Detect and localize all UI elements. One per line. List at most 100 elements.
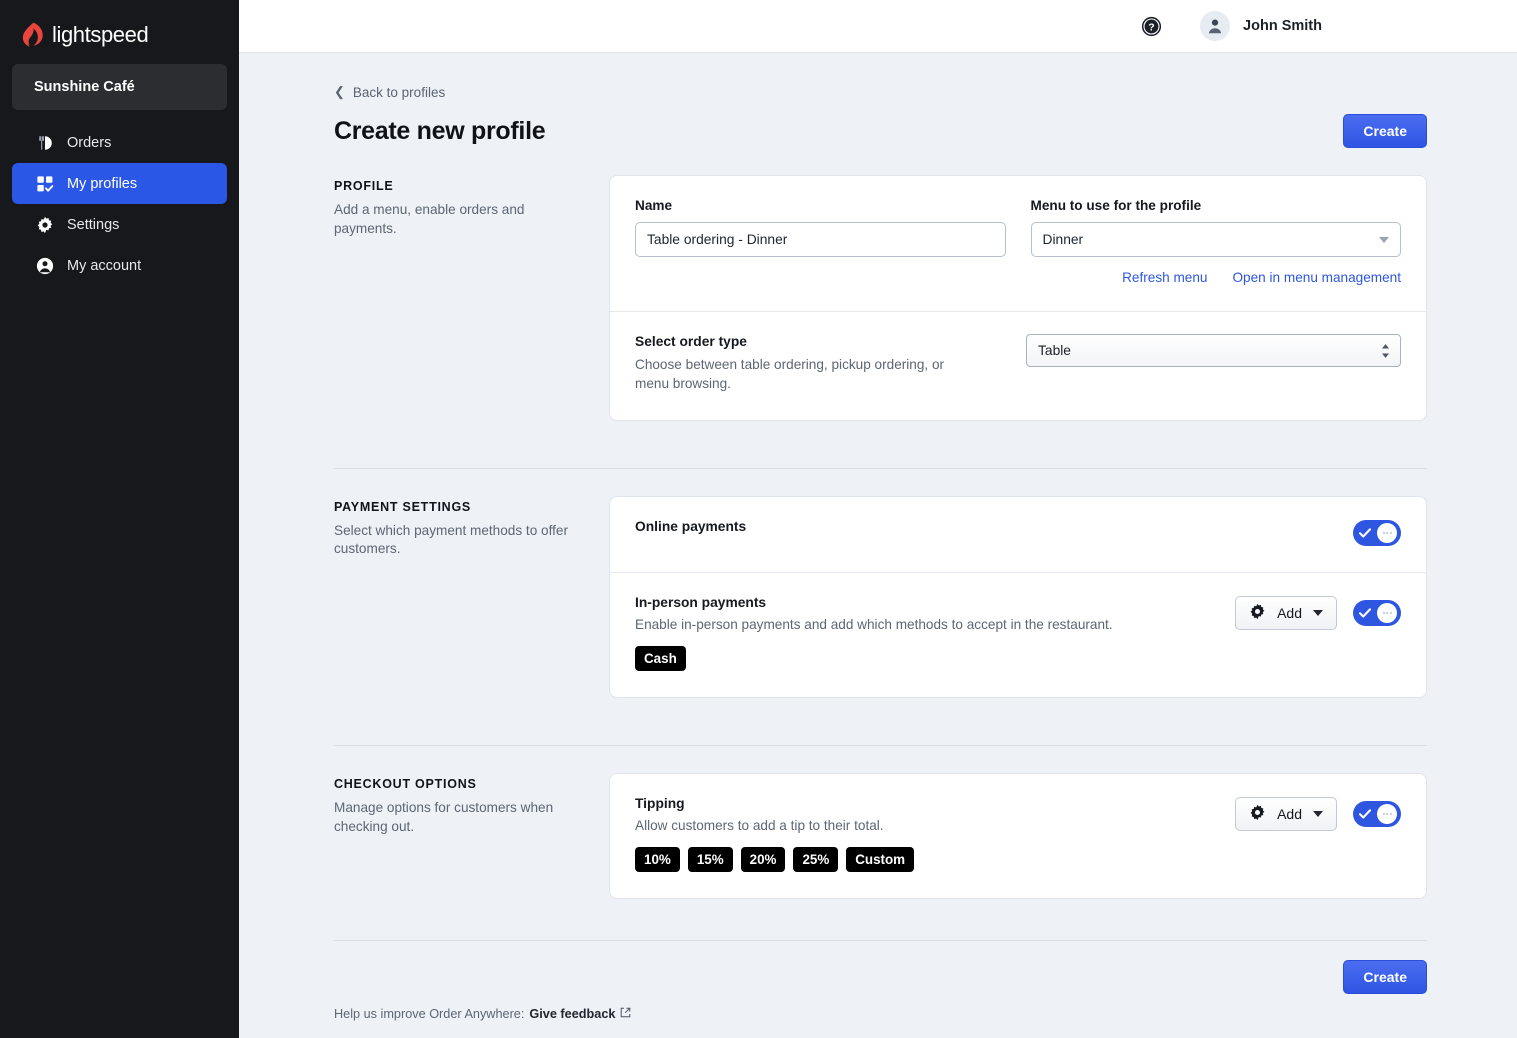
store-selector[interactable]: Sunshine Café: [12, 64, 227, 110]
page-content: ❮ Back to profiles Create new profile Cr…: [239, 53, 1517, 1038]
sidebar-item-settings[interactable]: Settings: [12, 204, 227, 245]
gear-icon: [36, 216, 54, 234]
section-description: Select which payment methods to offer cu…: [334, 522, 568, 557]
online-payments-toggle[interactable]: [1353, 519, 1401, 546]
payment-settings-section: PAYMENT SETTINGS Select which payment me…: [334, 495, 1427, 698]
sidebar-item-label: Orders: [67, 134, 112, 151]
footer-actions: Create: [334, 960, 1427, 995]
help-circle-icon[interactable]: ?: [1141, 16, 1162, 37]
chevron-down-icon: [1313, 609, 1323, 616]
page-header: Create new profile Create: [334, 114, 1427, 148]
svg-text:?: ?: [1148, 21, 1154, 33]
user-name: John Smith: [1243, 18, 1322, 34]
external-link-icon: [620, 1007, 631, 1021]
back-link-label: Back to profiles: [352, 85, 446, 100]
toggle-knob: [1377, 602, 1397, 623]
payment-card: Online payments In-person payments Enabl…: [609, 495, 1427, 698]
check-icon: [1359, 527, 1371, 538]
sidebar-item-orders[interactable]: Orders: [12, 122, 227, 163]
order-type-description: Choose between table ordering, pickup or…: [635, 357, 945, 391]
in-person-payments-description: Enable in-person payments and add which …: [635, 616, 1113, 632]
tip-option-chip[interactable]: 10%: [635, 846, 680, 873]
gear-icon: [1249, 603, 1266, 623]
sidebar-item-my-profiles[interactable]: My profiles: [12, 163, 227, 204]
add-button-label: Add: [1277, 805, 1302, 822]
sidebar-item-label: Settings: [67, 216, 120, 233]
section-kicker: PAYMENT SETTINGS: [334, 499, 472, 514]
brand-logo[interactable]: lightspeed: [0, 0, 239, 54]
profile-section: PROFILE Add a menu, enable orders and pa…: [334, 175, 1427, 421]
footer-divider: [334, 940, 1427, 942]
tip-option-chip[interactable]: 15%: [687, 846, 733, 873]
user-menu[interactable]: John Smith: [1200, 11, 1322, 41]
sidebar-item-label: My account: [67, 257, 142, 274]
name-input[interactable]: [635, 222, 1006, 257]
order-type-title: Select order type: [635, 334, 747, 349]
section-divider: [334, 467, 1427, 469]
checkout-options-section: CHECKOUT OPTIONS Manage options for cust…: [334, 772, 1427, 900]
topbar: ? John Smith: [239, 0, 1517, 53]
profile-section-aside: PROFILE Add a menu, enable orders and pa…: [334, 175, 587, 239]
profile-fields-row: Name Menu to use for the profile Dinner: [610, 176, 1426, 311]
tipping-description: Allow customers to add a tip to their to…: [635, 817, 884, 833]
section-kicker: CHECKOUT OPTIONS: [334, 776, 477, 791]
menu-select[interactable]: Dinner: [1030, 222, 1401, 257]
user-circle-icon: [36, 257, 54, 275]
refresh-menu-link[interactable]: Refresh menu: [1122, 270, 1207, 285]
open-menu-management-link[interactable]: Open in menu management: [1232, 270, 1401, 285]
check-icon: [1359, 607, 1371, 618]
avatar: [1200, 11, 1231, 41]
section-kicker: PROFILE: [334, 179, 394, 193]
checkout-card: Tipping Allow customers to add a tip to …: [609, 772, 1427, 900]
check-icon: [1359, 809, 1371, 819]
in-person-payments-title: In-person payments: [635, 594, 767, 610]
payment-section-aside: PAYMENT SETTINGS Select which payment me…: [334, 496, 587, 560]
app-root: lightspeed Sunshine Café Orders My profi…: [0, 0, 1517, 1038]
chevron-left-icon: ❮: [334, 84, 345, 99]
tip-option-chip[interactable]: Custom: [846, 846, 915, 873]
in-person-methods-list: Cash: [635, 645, 1215, 671]
create-button-bottom[interactable]: Create: [1343, 960, 1427, 995]
section-description: Manage options for customers when checki…: [334, 799, 554, 834]
order-type-select[interactable]: Table: [1026, 334, 1401, 367]
tip-option-chip[interactable]: 25%: [793, 846, 839, 873]
profiles-icon: [36, 175, 54, 193]
sidebar: lightspeed Sunshine Café Orders My profi…: [0, 0, 239, 1038]
page-title: Create new profile: [334, 116, 546, 145]
tipping-toggle[interactable]: [1353, 800, 1401, 827]
checkout-section-aside: CHECKOUT OPTIONS Manage options for cust…: [334, 773, 587, 837]
in-person-payments-toggle[interactable]: [1353, 599, 1401, 626]
toggle-knob: [1377, 522, 1397, 543]
order-type-value: Table: [1038, 343, 1071, 358]
section-description: Add a menu, enable orders and payments.: [334, 202, 525, 236]
in-person-payments-row: In-person payments Enable in-person paym…: [610, 571, 1426, 697]
main-area: ? John Smith ❮ Back to profiles Create n…: [239, 0, 1517, 1038]
online-payments-title: Online payments: [635, 518, 747, 534]
select-spinner-icon: [1381, 343, 1390, 358]
section-divider: [334, 744, 1427, 746]
footer-note-text: Help us improve Order Anywhere:: [334, 1007, 525, 1022]
footer-note: Help us improve Order Anywhere: Give fee…: [334, 1007, 1427, 1021]
chevron-down-icon: [1313, 810, 1323, 817]
sidebar-item-my-account[interactable]: My account: [12, 245, 227, 286]
create-button-top[interactable]: Create: [1343, 114, 1427, 148]
back-to-profiles-link[interactable]: ❮ Back to profiles: [334, 85, 445, 100]
online-payments-row: Online payments: [610, 497, 1426, 572]
add-payment-method-button[interactable]: Add: [1235, 595, 1337, 630]
menu-select-value: Dinner: [1042, 232, 1084, 247]
sidebar-nav: Orders My profiles Settings My account: [0, 122, 239, 286]
give-feedback-link[interactable]: Give feedback: [529, 1007, 615, 1021]
name-field-group: Name: [635, 198, 1006, 285]
name-label: Name: [635, 198, 673, 213]
toggle-knob: [1377, 803, 1397, 824]
menu-field-group: Menu to use for the profile Dinner Refre…: [1030, 198, 1401, 285]
tipping-options-list: 10% 15% 20% 25% Custom: [635, 846, 1215, 873]
gear-icon: [1249, 804, 1266, 824]
tip-option-chip[interactable]: 20%: [740, 846, 786, 873]
add-button-label: Add: [1277, 604, 1302, 621]
payment-method-chip[interactable]: Cash: [635, 645, 686, 671]
brand-name: lightspeed: [52, 22, 149, 47]
sidebar-item-label: My profiles: [67, 175, 138, 192]
order-type-row: Select order type Choose between table o…: [610, 311, 1426, 420]
add-tipping-option-button[interactable]: Add: [1235, 796, 1337, 831]
